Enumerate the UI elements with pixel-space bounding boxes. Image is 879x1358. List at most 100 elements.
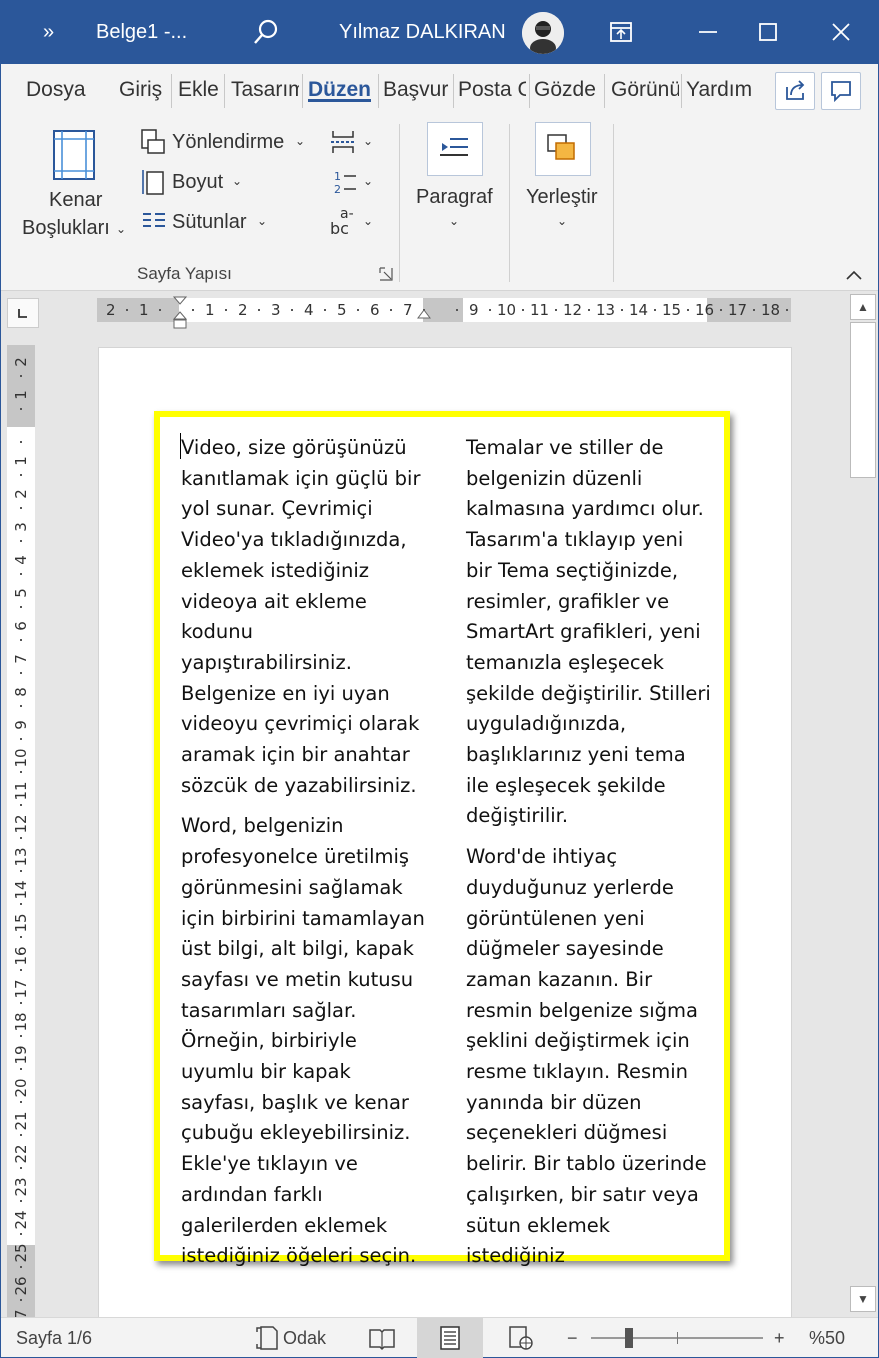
paragraph[interactable]: Temalar ve stiller de belgenizin düzenli… xyxy=(466,433,711,832)
ruler-tick-label: 2 xyxy=(12,489,30,499)
ruler-tick-label: 5 xyxy=(12,588,30,598)
orientation-button[interactable]: Yönlendirme xyxy=(172,131,284,154)
ruler-tick-label: 15 xyxy=(12,913,30,933)
ruler-tick-label: 15 xyxy=(662,301,682,319)
tab-postalar[interactable]: Posta G xyxy=(458,78,526,102)
line-numbers-icon[interactable]: 12 xyxy=(332,168,358,201)
paragraph-icon[interactable] xyxy=(427,122,483,176)
ruler-tick-mark xyxy=(192,309,194,311)
ruler-tick-mark xyxy=(20,870,22,872)
tab-selector[interactable] xyxy=(7,298,39,328)
comments-icon[interactable] xyxy=(821,72,861,110)
chevron-down-icon[interactable]: ⌄ xyxy=(116,222,126,236)
margins-label-2[interactable]: Boşlukları xyxy=(22,217,110,240)
text-column-2[interactable]: Temalar ve stiller de belgenizin düzenli… xyxy=(466,433,711,1282)
ruler-tick-mark xyxy=(20,1200,22,1202)
ruler-tick-mark xyxy=(786,309,788,311)
tab-duzen[interactable]: Düzen xyxy=(308,78,371,102)
ruler-tick-label: 8 xyxy=(12,687,30,697)
columns-icon[interactable] xyxy=(141,210,167,237)
chevron-down-icon[interactable]: ⌄ xyxy=(363,134,373,148)
paragraph[interactable]: Video, size görüşünüzü kanıtlamak için g… xyxy=(181,433,426,801)
avatar[interactable] xyxy=(522,12,564,54)
tab-ekle[interactable]: Ekle xyxy=(178,78,219,102)
arrange-icon[interactable] xyxy=(535,122,591,176)
chevron-down-icon[interactable]: ⌄ xyxy=(232,174,242,188)
vertical-scrollbar[interactable]: ▲ ▼ xyxy=(848,292,878,1315)
search-icon[interactable] xyxy=(251,17,281,47)
orientation-icon[interactable] xyxy=(139,128,167,161)
paragraph[interactable]: Word, belgenizin profesyonelce üretilmiş… xyxy=(181,811,426,1272)
ruler-tick-label: 19 xyxy=(12,1045,30,1065)
scroll-thumb[interactable] xyxy=(850,322,876,478)
ruler-tick-label: 18 xyxy=(761,301,781,319)
tab-divider xyxy=(378,74,379,108)
tab-dosya[interactable]: Dosya xyxy=(26,78,86,102)
close-icon[interactable] xyxy=(824,15,858,49)
ribbon-display-options-icon[interactable] xyxy=(604,15,638,49)
ruler-tick-label: 4 xyxy=(12,555,30,565)
paragraph[interactable]: Word'de ihtiyaç duyduğunuz yerlerde görü… xyxy=(466,842,711,1272)
page-count[interactable]: Sayfa 1/6 xyxy=(16,1328,92,1349)
arrange-button[interactable]: Yerleştir xyxy=(526,186,598,209)
hyphenation-icon[interactable]: a-bc xyxy=(328,204,358,243)
ruler-tick-mark xyxy=(20,573,22,575)
horizontal-ruler[interactable]: 2 1 1 2 3 4 5 6 7 9 10 11 12 13 14 15 16 17 18 xyxy=(97,296,791,329)
quick-access-overflow-icon[interactable]: » xyxy=(43,21,54,44)
tab-gozden-gecir[interactable]: Gözde xyxy=(534,78,600,102)
minimize-icon[interactable] xyxy=(691,15,725,49)
group-divider xyxy=(399,124,400,282)
chevron-down-icon[interactable]: ⌄ xyxy=(295,134,305,148)
text-column-1[interactable]: Video, size görüşünüzü kanıtlamak için g… xyxy=(181,433,426,1282)
chevron-down-icon[interactable]: ⌄ xyxy=(363,214,373,228)
zoom-in-button[interactable]: + xyxy=(774,1328,785,1349)
zoom-out-button[interactable]: − xyxy=(567,1328,578,1349)
maximize-icon[interactable] xyxy=(751,15,785,49)
chevron-down-icon[interactable]: ⌄ xyxy=(449,214,459,228)
scroll-up-icon[interactable]: ▲ xyxy=(850,294,876,320)
tab-basvurular[interactable]: Başvur xyxy=(383,78,451,102)
ruler-tick-mark xyxy=(20,1068,22,1070)
user-name[interactable]: Yılmaz DALKIRAN xyxy=(339,21,506,44)
margins-icon[interactable] xyxy=(51,128,97,187)
scroll-down-icon[interactable]: ▼ xyxy=(850,1286,876,1312)
chevron-down-icon[interactable]: ⌄ xyxy=(557,214,567,228)
breaks-icon[interactable] xyxy=(329,128,357,161)
tab-yardim[interactable]: Yardım xyxy=(686,78,754,102)
tab-giris[interactable]: Giriş xyxy=(119,78,162,102)
right-indent-marker-icon[interactable] xyxy=(417,308,431,329)
margins-label[interactable]: Kenar xyxy=(49,189,102,212)
ruler-tick-label: 1 xyxy=(12,390,30,400)
focus-icon[interactable] xyxy=(253,1324,283,1352)
indent-marker-icon[interactable] xyxy=(172,296,188,337)
ruler-tick-label: 7 xyxy=(403,301,413,319)
columns-button[interactable]: Sütunlar xyxy=(172,211,247,234)
tab-tasarim[interactable]: Tasarım xyxy=(231,78,299,102)
chevron-down-icon[interactable]: ⌄ xyxy=(363,174,373,188)
vertical-ruler[interactable]: 2 1 1 2 3 4 5 6 7 8 9 10 11 12 13 14 15 16 17 18 19 20 21 22 23 2… xyxy=(7,345,35,1334)
ruler-tick-label: 25 xyxy=(12,1243,30,1263)
ruler-tick-mark xyxy=(687,309,689,311)
ruler-tick-label: 10 xyxy=(497,301,517,319)
ruler-tick-label: 2 xyxy=(12,357,30,367)
share-icon[interactable] xyxy=(775,72,815,110)
focus-button[interactable]: Odak xyxy=(283,1328,326,1349)
collapse-ribbon-icon[interactable] xyxy=(844,268,864,287)
zoom-level[interactable]: %50 xyxy=(809,1328,845,1349)
ruler-tick-label: 24 xyxy=(12,1210,30,1230)
ruler-tick-label: 11 xyxy=(530,301,550,319)
print-layout-icon[interactable] xyxy=(435,1324,465,1352)
chevron-down-icon[interactable]: ⌄ xyxy=(257,214,267,228)
zoom-slider-thumb[interactable] xyxy=(625,1328,634,1348)
tab-gorunum[interactable]: Görünüm xyxy=(611,78,679,102)
dialog-launcher-icon[interactable] xyxy=(379,267,393,286)
size-button[interactable]: Boyut xyxy=(172,171,223,194)
size-icon[interactable] xyxy=(139,168,167,201)
ruler-tick-mark xyxy=(291,309,293,311)
paragraph-button[interactable]: Paragraf xyxy=(416,186,493,209)
ruler-tick-mark xyxy=(654,309,656,311)
read-mode-icon[interactable] xyxy=(367,1324,397,1352)
web-layout-icon[interactable] xyxy=(506,1324,536,1352)
ruler-tick-mark xyxy=(20,1134,22,1136)
ruler-tick-mark xyxy=(126,309,128,311)
